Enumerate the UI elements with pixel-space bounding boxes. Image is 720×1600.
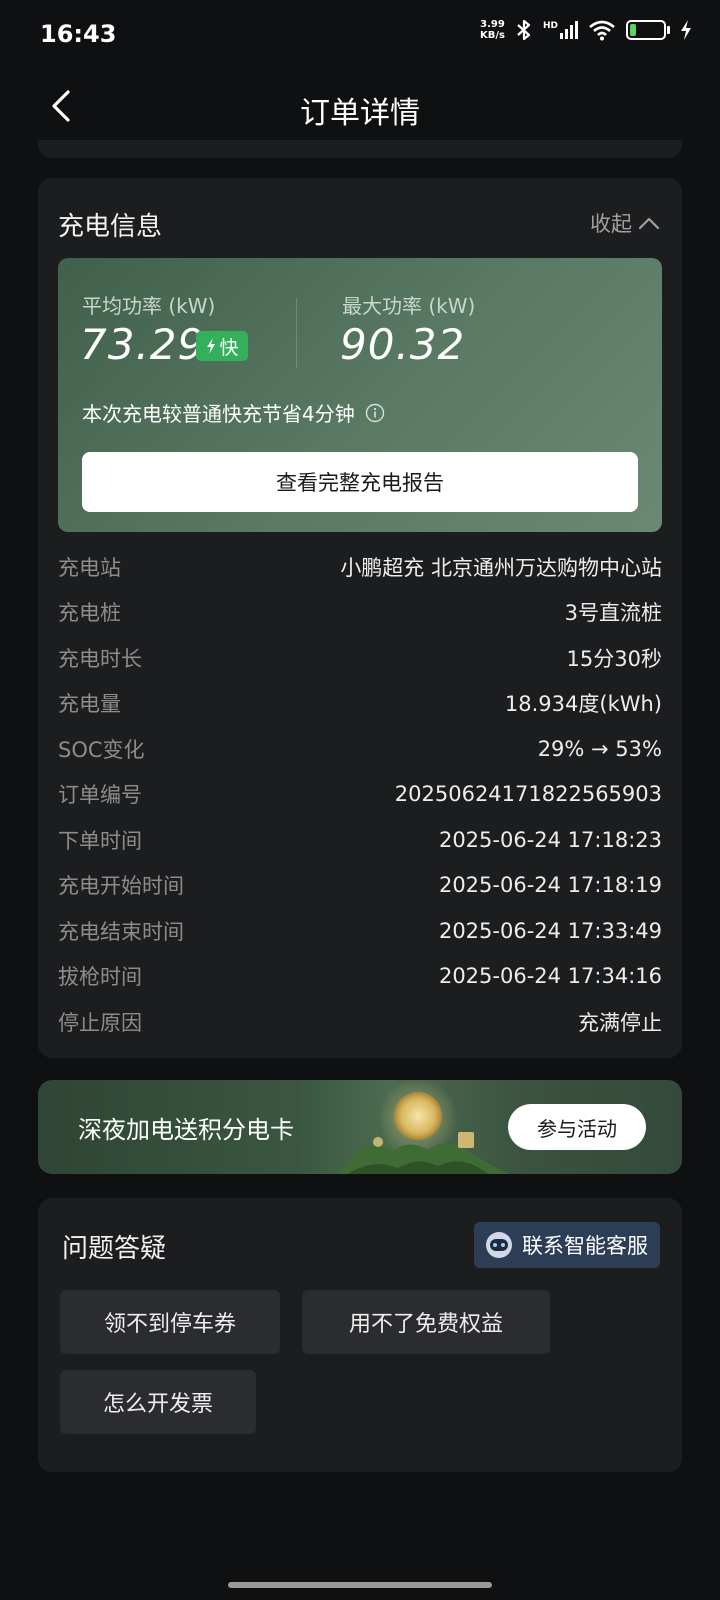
- collapse-button[interactable]: 收起: [590, 208, 660, 238]
- detail-label: 订单编号: [58, 783, 142, 808]
- full-report-button[interactable]: 查看完整充电报告: [82, 452, 638, 512]
- status-bar: 16:43 3.99 KB/s HD 27: [0, 0, 720, 66]
- battery-icon: 27: [626, 20, 666, 40]
- faq-title: 问题答疑: [62, 1234, 167, 1264]
- join-activity-button[interactable]: 参与活动: [508, 1104, 646, 1150]
- detail-row: 订单编号 20250624171822565903: [58, 772, 662, 818]
- detail-row: 充电时长 15分30秒: [58, 635, 662, 681]
- fast-charge-badge: 快: [196, 331, 248, 361]
- robot-icon: [486, 1232, 512, 1258]
- app-header: 订单详情: [0, 70, 720, 144]
- faq-chip-invoice[interactable]: 怎么开发票: [60, 1370, 256, 1434]
- previous-card-edge: [38, 140, 682, 158]
- detail-value: 2025-06-24 17:18:23: [438, 827, 662, 852]
- faq-chip-parking-coupon[interactable]: 领不到停车券: [60, 1290, 280, 1354]
- detail-value: 3号直流桩: [564, 601, 662, 626]
- network-speed-value: 3.99: [480, 19, 505, 30]
- max-power-label: 最大功率 (kW): [342, 294, 476, 318]
- time-saving-text: 本次充电较普通快充节省4分钟: [82, 402, 355, 426]
- home-indicator[interactable]: [228, 1582, 492, 1588]
- network-speed-unit: KB/s: [480, 30, 505, 41]
- collapse-label: 收起: [590, 212, 632, 236]
- detail-label: 停止原因: [58, 1010, 142, 1035]
- charge-info-card: 充电信息 收起 平均功率 (kW) 73.29 快 最大功率 (kW) 90.3…: [38, 178, 682, 1058]
- charge-detail-list: 充电站 小鹏超充 北京通州万达购物中心站充电桩 3号直流桩充电时长 15分30秒充电量…: [58, 544, 662, 1045]
- detail-row: 停止原因 充满停止: [58, 999, 662, 1045]
- hd-label: HD: [542, 21, 558, 31]
- chevron-up-icon: [638, 217, 660, 230]
- detail-row: 下单时间 2025-06-24 17:18:23: [58, 817, 662, 863]
- battery-level: [630, 24, 636, 36]
- power-summary-panel: 平均功率 (kW) 73.29 快 最大功率 (kW) 90.32 本次充电较普…: [58, 258, 662, 532]
- cell-signal-icon: HD: [543, 21, 578, 39]
- battery-text: 27: [637, 23, 655, 37]
- status-time: 16:43: [40, 20, 117, 48]
- detail-label: 充电开始时间: [58, 874, 184, 899]
- lightning-icon: [207, 338, 216, 354]
- max-power-value: 90.32: [340, 320, 466, 369]
- battery-tip: [667, 26, 670, 34]
- detail-row: 充电开始时间 2025-06-24 17:18:19: [58, 863, 662, 909]
- promo-text: 深夜加电送积分电卡: [78, 1116, 294, 1144]
- network-speed: 3.99 KB/s: [480, 19, 505, 41]
- status-icons: 3.99 KB/s HD 27: [480, 18, 692, 42]
- detail-value: 18.934度(kWh): [504, 692, 662, 717]
- detail-value: 小鹏超充 北京通州万达购物中心站: [340, 555, 662, 580]
- detail-row: 充电量 18.934度(kWh): [58, 681, 662, 727]
- faq-card: 问题答疑 联系智能客服 领不到停车券 用不了免费权益 怎么开发票: [38, 1198, 682, 1472]
- faq-chip-free-benefits[interactable]: 用不了免费权益: [302, 1290, 550, 1354]
- detail-value: 20250624171822565903: [394, 782, 662, 807]
- contact-service-label: 联系智能客服: [522, 1234, 648, 1258]
- page-title: 订单详情: [300, 96, 420, 131]
- detail-label: 拔枪时间: [58, 965, 142, 990]
- detail-row: SOC变化 29% → 53%: [58, 726, 662, 772]
- detail-value: 29% → 53%: [537, 736, 662, 761]
- detail-value: 2025-06-24 17:18:19: [438, 873, 662, 898]
- info-icon[interactable]: [365, 403, 385, 423]
- promo-banner[interactable]: 深夜加电送积分电卡 参与活动: [38, 1080, 682, 1174]
- wifi-icon: [589, 20, 615, 41]
- avg-power-value: 73.29: [80, 320, 206, 369]
- detail-row: 充电结束时间 2025-06-24 17:33:49: [58, 908, 662, 954]
- detail-label: 充电量: [58, 692, 121, 717]
- detail-row: 拔枪时间 2025-06-24 17:34:16: [58, 954, 662, 1000]
- detail-label: SOC变化: [58, 737, 145, 762]
- detail-value: 15分30秒: [566, 646, 662, 671]
- charge-info-title: 充电信息: [58, 212, 163, 242]
- contact-service-button[interactable]: 联系智能客服: [474, 1222, 660, 1268]
- fast-badge-label: 快: [219, 336, 239, 359]
- detail-label: 充电站: [58, 555, 121, 580]
- detail-label: 充电时长: [58, 646, 142, 671]
- time-saving-note: 本次充电较普通快充节省4分钟: [82, 398, 385, 427]
- detail-row: 充电桩 3号直流桩: [58, 590, 662, 636]
- moon-illustration-icon: [338, 1080, 508, 1174]
- detail-value: 2025-06-24 17:33:49: [438, 918, 662, 943]
- charging-bolt-icon: [681, 20, 691, 40]
- bluetooth-icon: [517, 19, 531, 41]
- detail-value: 2025-06-24 17:34:16: [438, 964, 662, 989]
- avg-power-label: 平均功率 (kW): [82, 294, 216, 318]
- power-divider: [296, 298, 297, 368]
- detail-value: 充满停止: [578, 1010, 662, 1035]
- detail-row: 充电站 小鹏超充 北京通州万达购物中心站: [58, 544, 662, 590]
- detail-label: 充电结束时间: [58, 919, 184, 944]
- detail-label: 下单时间: [58, 828, 142, 853]
- detail-label: 充电桩: [58, 601, 121, 626]
